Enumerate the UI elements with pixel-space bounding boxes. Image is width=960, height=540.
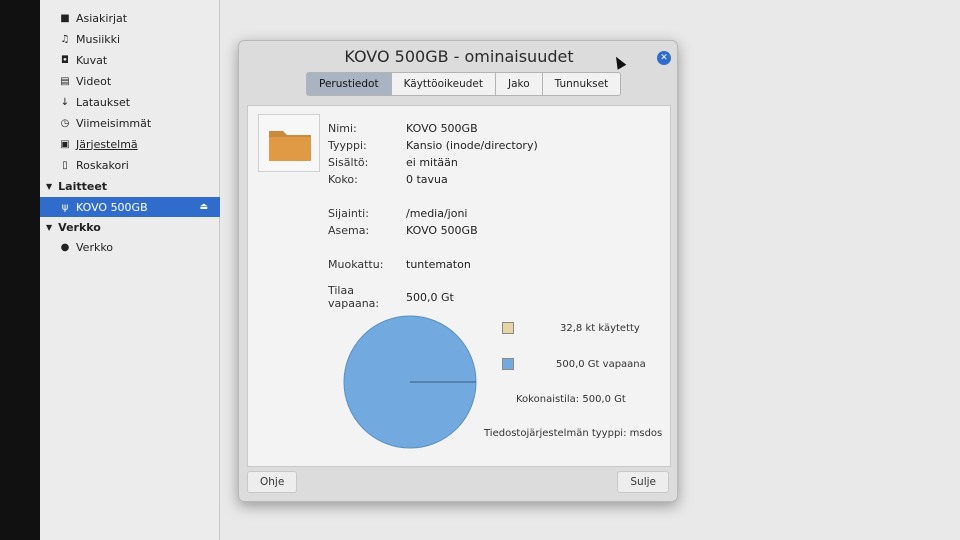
properties-dialog: KOVO 500GB - ominaisuudet ✕ Perustiedot … [238,40,678,502]
type-label: Tyyppi: [328,138,367,152]
free-legend-swatch [502,358,514,370]
eject-icon[interactable]: ⏏ [199,202,208,212]
modified-row: Muokattu: tuntematon [328,256,471,272]
sidebar-item-label: Musiikki [76,32,121,46]
tab-permissions[interactable]: Käyttöoikeudet [391,72,496,96]
section-label: Laitteet [58,179,108,193]
network-section-header[interactable]: ▼ Verkko [40,217,220,237]
sidebar-item-videos[interactable]: ▤ Videot [40,71,220,91]
contents-label: Sisältö: [328,155,369,169]
size-value: 0 tavua [406,172,448,186]
sidebar-item-downloads[interactable]: ↓ Lataukset [40,92,220,112]
sidebar-item-label: KOVO 500GB [76,200,148,214]
tab-basic[interactable]: Perustiedot [306,72,392,96]
sidebar-item-label: Asiakirjat [76,11,128,25]
expand-triangle-icon: ▼ [46,222,53,232]
sidebar-item-label: Lataukset [76,95,131,109]
close-button[interactable]: Sulje [617,471,669,493]
section-label: Verkko [58,220,101,234]
contents-row: Sisältö: ei mitään [328,154,458,170]
document-icon: ■ [60,12,70,24]
sidebar-item-label: Videot [76,74,112,88]
globe-icon: ● [60,241,70,253]
download-icon: ↓ [60,96,70,108]
close-icon[interactable]: ✕ [657,51,671,65]
volume-value: KOVO 500GB [406,223,478,237]
expand-triangle-icon: ▼ [46,181,53,191]
sidebar-item-label: Roskakori [76,158,129,172]
free-space-row: Tilaa vapaana: 500,0 Gt [328,284,454,310]
sidebar-item-usb-drive[interactable]: ψ KOVO 500GB ⏏ [40,197,220,217]
volume-label: Asema: [328,223,370,237]
free-space-legend-label: 500,0 Gt vapaana [556,359,646,370]
sidebar-item-label: Kuvat [76,53,108,67]
type-value: Kansio (inode/directory) [406,138,538,152]
free-space-label: Tilaa vapaana: [328,284,380,310]
free-space-value: 500,0 Gt [406,290,454,304]
location-row: Sijainti: /media/joni [328,205,468,221]
used-space-label: 32,8 kt käytetty [560,323,640,334]
camera-icon: ◘ [61,54,69,66]
sidebar-item-recent[interactable]: ◷ Viimeisimmät [40,113,220,133]
tab-bar: Perustiedot Käyttöoikeudet Jako Tunnukse… [306,72,622,96]
contents-value: ei mitään [406,155,458,169]
tab-share[interactable]: Jako [495,72,543,96]
sidebar-item-trash[interactable]: ▯ Roskakori [40,155,220,175]
location-value: /media/joni [406,206,468,220]
name-value[interactable]: KOVO 500GB [406,122,478,135]
tab-emblems[interactable]: Tunnukset [542,72,622,96]
trash-icon: ▯ [62,159,68,171]
sidebar-item-music[interactable]: ♫ Musiikki [40,29,220,49]
sidebar-item-label: Viimeisimmät [76,116,152,130]
size-label: Koko: [328,172,358,186]
total-capacity-label: Kokonaistila: 500,0 Gt [516,394,626,405]
usb-icon: ψ [61,201,69,213]
drive-icon: ▣ [60,138,70,150]
desktop-screen: ■ Asiakirjat ♫ Musiikki ◘ Kuvat ▤ Videot… [40,0,960,540]
film-icon: ▤ [60,75,70,87]
sidebar-item-label: Järjestelmä [76,137,138,151]
sidebar-item-system[interactable]: ▣ Järjestelmä [40,134,220,154]
used-legend-swatch [502,322,514,334]
screen-bezel [0,0,40,540]
sidebar-item-label: Verkko [76,240,114,254]
folder-icon[interactable] [258,114,320,172]
help-button[interactable]: Ohje [247,471,298,493]
basic-info-panel: Nimi: KOVO 500GB Tyyppi: Kansio (inode/d… [247,105,671,467]
modified-label: Muokattu: [328,257,384,271]
music-icon: ♫ [60,33,70,45]
filesystem-type-label: Tiedostojärjestelmän tyyppi: msdos [484,428,663,439]
type-row: Tyyppi: Kansio (inode/directory) [328,137,538,153]
disk-usage-pie [340,312,480,452]
modified-value: tuntematon [406,257,471,271]
devices-section-header[interactable]: ▼ Laitteet [40,176,220,196]
sidebar-item-network[interactable]: ● Verkko [40,237,220,257]
volume-row: Asema: KOVO 500GB [328,222,478,238]
clock-icon: ◷ [60,117,70,129]
name-label: Nimi: [328,121,357,135]
size-row: Koko: 0 tavua [328,171,448,187]
sidebar-item-documents[interactable]: ■ Asiakirjat [40,8,220,28]
name-row: Nimi: KOVO 500GB [328,120,478,136]
location-label: Sijainti: [328,206,369,220]
file-manager-sidebar: ■ Asiakirjat ♫ Musiikki ◘ Kuvat ▤ Videot… [40,0,220,540]
sidebar-item-pictures[interactable]: ◘ Kuvat [40,50,220,70]
